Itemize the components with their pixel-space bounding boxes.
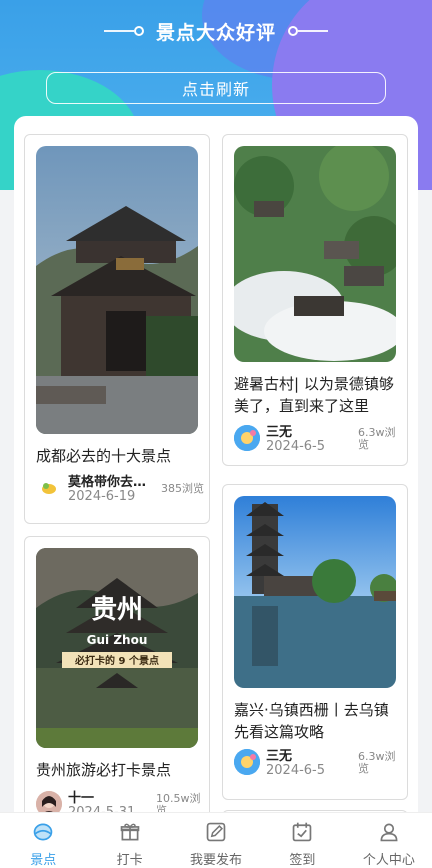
calendar-check-icon: [293, 822, 312, 842]
nav-label: 个人中心: [362, 853, 415, 868]
card-views: 6.3w浏览: [358, 426, 396, 451]
image-overlay-title: 贵州: [91, 595, 143, 625]
nav-label: 签到: [289, 853, 316, 868]
card-wuzhen[interactable]: 嘉兴·乌镇西栅丨去乌镇先看这篇攻略 三无 2024-6-5 6.3w浏览: [222, 484, 408, 800]
card-image[interactable]: [36, 146, 198, 434]
image-overlay-tag: 必打卡的 9 个景点: [74, 654, 159, 667]
card-title: 避暑古村| 以为景德镇够美了，直到来了这里: [234, 375, 394, 415]
user-icon: [380, 823, 398, 842]
card-date: 2024-6-5: [266, 439, 326, 454]
card-title: 成都必去的十大景点: [36, 447, 172, 465]
card-username: 莫格带你去…: [68, 475, 147, 490]
title-right-ornament: [288, 26, 328, 36]
card-image[interactable]: [234, 146, 396, 362]
nav-item-scenic[interactable]: 景点: [0, 813, 86, 868]
card-title: 嘉兴·乌镇西栅丨去乌镇先看这篇攻略: [234, 701, 389, 741]
nav-item-signin[interactable]: 签到: [259, 813, 345, 868]
card-username: 三无: [266, 425, 293, 440]
page-title-row: 景点大众好评: [0, 14, 432, 48]
card-image[interactable]: [234, 496, 396, 688]
card-date: 2024-6-5: [266, 763, 326, 778]
nav-label: 打卡: [116, 853, 143, 868]
bottom-nav: 景点 打卡 我要发布 签到 个人中心: [0, 812, 432, 868]
card-username: 三无: [266, 749, 293, 764]
app-screen: 景点大众好评 点击刷新 成都必去的十大景点 莫格带你去… 2024-6-19 3…: [0, 0, 432, 868]
card-chengdu[interactable]: 成都必去的十大景点 莫格带你去… 2024-6-19 385浏览: [24, 134, 210, 524]
card-village[interactable]: 避暑古村| 以为景德镇够美了，直到来了这里 三无 2024-6-5 6.3w浏览: [222, 134, 408, 466]
card-views: 385浏览: [161, 482, 204, 495]
nav-item-publish[interactable]: 我要发布: [173, 813, 259, 868]
card-title: 贵州旅游必打卡景点: [36, 761, 172, 779]
card-meta: 三无 2024-6-5 6.3w浏览: [234, 745, 402, 783]
card-username: 十一: [68, 791, 95, 806]
nav-item-checkin[interactable]: 打卡: [86, 813, 172, 868]
card-image[interactable]: 贵州 Gui Zhou 必打卡的 9 个景点: [36, 548, 198, 748]
card-views: 6.3w浏览: [358, 750, 396, 775]
gift-icon: [120, 823, 139, 841]
refresh-button[interactable]: 点击刷新: [46, 72, 386, 104]
avatar: [36, 475, 62, 501]
nav-label: 景点: [30, 853, 57, 868]
nav-item-profile[interactable]: 个人中心: [346, 813, 432, 868]
title-left-ornament: [103, 26, 144, 36]
card-meta: 三无 2024-6-5 6.3w浏览: [234, 421, 402, 459]
avatar: [234, 425, 260, 451]
avatar: [234, 749, 260, 775]
feed-container: 成都必去的十大景点 莫格带你去… 2024-6-19 385浏览 避暑古村| 以…: [14, 116, 418, 868]
card-date: 2024-6-19: [68, 489, 136, 504]
page-title: 景点大众好评: [155, 21, 276, 44]
image-overlay-subtitle: Gui Zhou: [87, 633, 148, 647]
scenic-icon: [33, 823, 53, 841]
edit-icon: [206, 822, 226, 842]
card-meta: 莫格带你去… 2024-6-19 385浏览: [36, 471, 204, 509]
nav-label: 我要发布: [190, 853, 243, 868]
